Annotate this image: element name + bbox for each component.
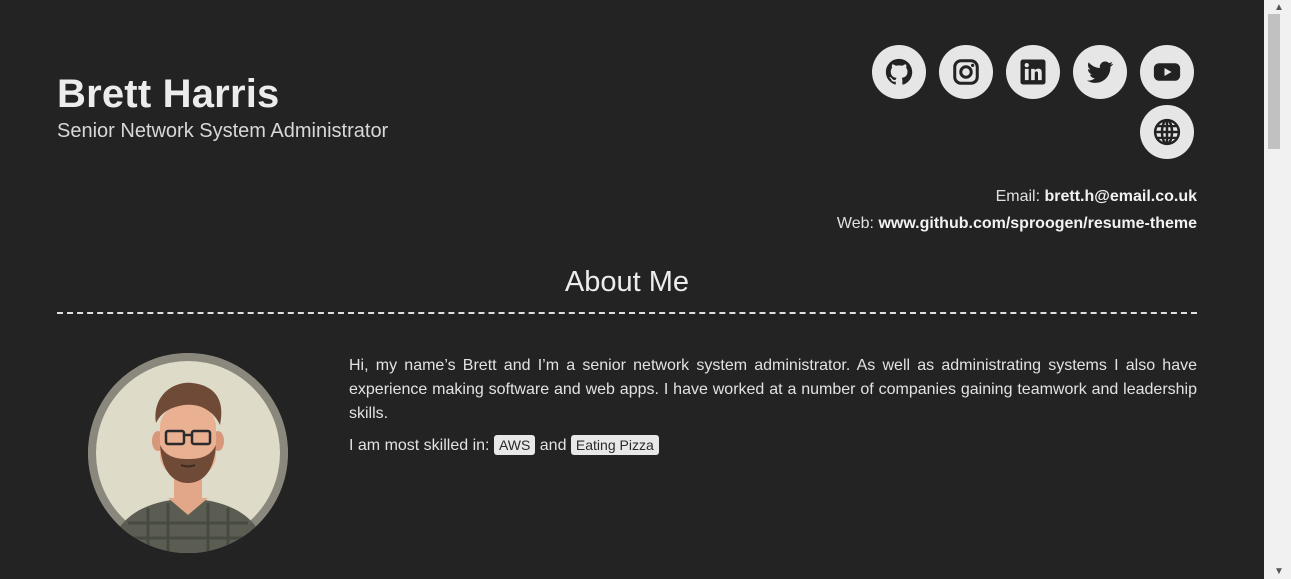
youtube-link[interactable] (1140, 45, 1194, 99)
twitter-link[interactable] (1073, 45, 1127, 99)
scroll-up-arrow-icon[interactable]: ▲ (1274, 2, 1284, 13)
email-label: Email: (995, 188, 1041, 205)
scrollbar-thumb[interactable] (1268, 14, 1280, 149)
about-heading: About Me (564, 266, 690, 298)
skill-tag: Eating Pizza (570, 435, 659, 455)
resume-page: Brett Harris Senior Network System Admin… (0, 0, 1264, 579)
github-icon (885, 58, 913, 85)
globe-icon (1153, 118, 1181, 146)
web-link[interactable]: www.github.com/sproogen/resume-theme (878, 215, 1197, 232)
person-name: Brett Harris (57, 72, 280, 116)
person-role: Senior Network System Administrator (57, 120, 389, 142)
scrollbar[interactable]: ▲ ▼ (1264, 0, 1291, 579)
avatar (88, 353, 288, 553)
scroll-down-arrow-icon[interactable]: ▼ (1274, 566, 1284, 577)
youtube-icon (1153, 63, 1181, 81)
skills-prefix: I am most skilled in: (349, 437, 490, 454)
web-line: Web: www.github.com/sproogen/resume-them… (837, 210, 1197, 237)
email-line: Email: brett.h@email.co.uk (837, 183, 1197, 210)
section-divider (57, 312, 1197, 314)
skill-tag: AWS (493, 435, 536, 455)
web-label: Web: (836, 215, 874, 232)
email-link[interactable]: brett.h@email.co.uk (1044, 188, 1197, 205)
skills-line: I am most skilled in: AWS and Eating Piz… (349, 435, 659, 456)
about-paragraph: Hi, my name’s Brett and I’m a senior net… (349, 357, 1197, 422)
skills-joiner: and (539, 437, 567, 454)
website-link[interactable] (1140, 105, 1194, 159)
linkedin-icon (1020, 59, 1046, 85)
contact-info: Email: brett.h@email.co.uk Web: www.gith… (837, 183, 1197, 237)
github-link[interactable] (872, 45, 926, 99)
linkedin-link[interactable] (1006, 45, 1060, 99)
social-links (854, 45, 1194, 159)
twitter-icon (1086, 61, 1114, 83)
instagram-link[interactable] (939, 45, 993, 99)
avatar-illustration (88, 353, 288, 553)
instagram-icon (953, 59, 979, 85)
